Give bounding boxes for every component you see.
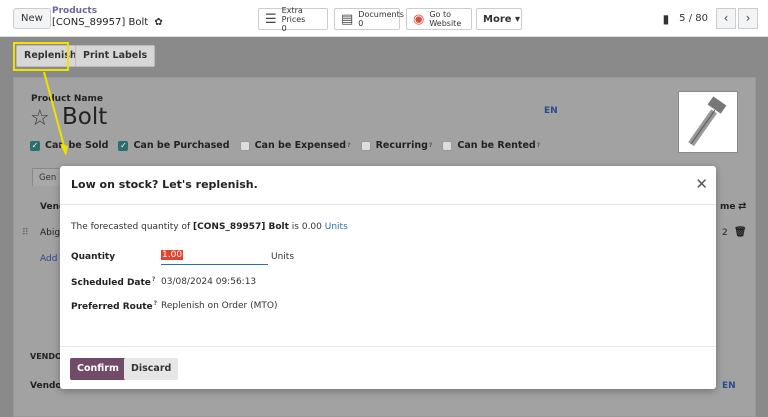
dialog-footer: Confirm Discard bbox=[60, 346, 716, 389]
scheduled-date-field[interactable]: 03/08/2024 09:56:13 bbox=[161, 277, 256, 287]
quantity-value: 1.00 bbox=[161, 250, 184, 260]
dialog-header: Low on stock? Let's replenish. ✕ bbox=[60, 166, 716, 205]
quantity-input[interactable]: 1.00 bbox=[161, 250, 268, 265]
scheduled-date-label: Scheduled Date? bbox=[71, 276, 156, 288]
confirm-button[interactable]: Confirm bbox=[70, 358, 126, 380]
discard-button[interactable]: Discard bbox=[124, 358, 179, 380]
quantity-label: Quantity bbox=[71, 252, 116, 262]
close-icon[interactable]: ✕ bbox=[695, 175, 708, 193]
preferred-route-label: Preferred Route? bbox=[71, 300, 158, 312]
forecast-text: The forecasted quantity of [CONS_89957] … bbox=[71, 222, 348, 232]
dialog-title: Low on stock? Let's replenish. bbox=[71, 178, 258, 191]
quantity-unit: Units bbox=[271, 252, 295, 262]
units-link[interactable]: Units bbox=[325, 222, 348, 232]
preferred-route-field[interactable]: Replenish on Order (MTO) bbox=[161, 301, 277, 311]
replenish-dialog: Low on stock? Let's replenish. ✕ The for… bbox=[60, 166, 716, 389]
